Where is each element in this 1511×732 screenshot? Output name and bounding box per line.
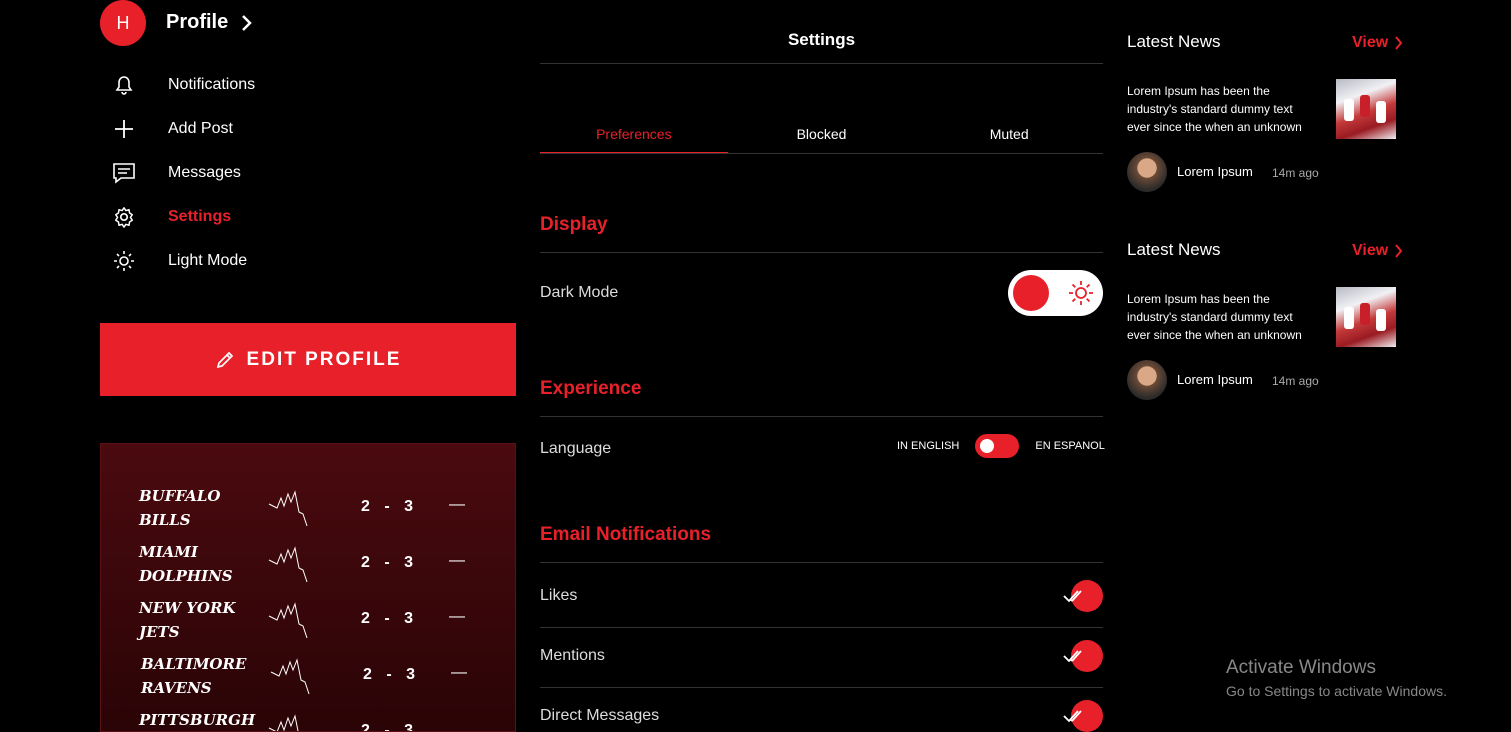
divider <box>540 416 1103 417</box>
sidebar-item-add-post[interactable]: Add Post <box>110 107 410 151</box>
author-name[interactable]: Lorem Ipsum <box>1177 164 1253 179</box>
profile-title: Profile <box>166 11 229 33</box>
double-check-icon <box>1063 650 1082 663</box>
score-row[interactable]: NEW YORK JETS 2 - 3 — <box>139 596 479 646</box>
score: 2 - 3 <box>361 722 419 732</box>
score-trend: — <box>449 496 465 513</box>
team-name: BUFFALO BILLS <box>139 487 221 529</box>
trend-sparkline <box>268 714 299 731</box>
edit-profile-button[interactable]: EDIT PROFILE <box>100 323 516 396</box>
dark-mode-label: Dark Mode <box>540 284 619 301</box>
scores-panel: BUFFALO BILLS 2 - 3 — MIAMI DOLPHINS 2 - 3… <box>100 443 516 732</box>
toggle-knob <box>1013 275 1049 311</box>
section-heading-email: Email Notifications <box>540 524 712 545</box>
team-name: PITTSBURGH <box>139 711 256 729</box>
sidebar-item-messages[interactable]: Messages <box>110 151 410 195</box>
trend-sparkline <box>268 546 308 583</box>
author-avatar[interactable] <box>1127 360 1167 400</box>
score-row[interactable]: BUFFALO BILLS 2 - 3 — <box>139 484 479 534</box>
double-check-icon <box>1063 590 1082 603</box>
sidebar-item-label: Notifications <box>168 76 256 93</box>
team-name: NEW YORK JETS <box>139 599 236 641</box>
toggle-knob <box>980 439 995 453</box>
score-trend: — <box>451 664 467 681</box>
language-label: Language <box>540 440 612 457</box>
team-name: BALTIMORE RAVENS <box>141 655 247 697</box>
edit-profile-label: EDIT PROFILE <box>246 348 402 370</box>
score-row[interactable]: BALTIMORE RAVENS 2 - 3 — <box>141 652 481 702</box>
mentions-label: Mentions <box>540 647 605 664</box>
bell-icon <box>110 73 138 97</box>
sidebar-item-notifications[interactable]: Notifications <box>110 63 410 107</box>
trend-sparkline <box>268 490 308 527</box>
news-thumbnail[interactable] <box>1336 79 1396 139</box>
sidebar-item-label: Add Post <box>168 120 233 137</box>
sidebar-item-light-mode[interactable]: Light Mode <box>110 239 410 283</box>
dark-mode-toggle[interactable] <box>1008 270 1103 316</box>
author-avatar[interactable] <box>1127 152 1167 192</box>
activate-windows-subtitle: Go to Settings to activate Windows. <box>1226 683 1447 699</box>
language-option-espanol[interactable]: EN ESPANOL <box>1035 440 1105 452</box>
divider <box>540 562 1103 563</box>
sun-icon <box>1069 281 1093 305</box>
view-news-link[interactable]: View <box>1352 242 1403 260</box>
trend-sparkline <box>268 602 308 639</box>
pencil-icon <box>216 351 233 368</box>
direct-messages-label: Direct Messages <box>540 707 660 724</box>
score-row[interactable]: PITTSBURGH 2 - 3 <box>139 708 479 732</box>
language-switch: IN ENGLISH EN ESPANOL <box>897 434 1105 458</box>
score: 2 - 3 <box>361 610 419 627</box>
likes-label: Likes <box>540 587 578 604</box>
news-thumbnail[interactable] <box>1336 287 1396 347</box>
settings-tabs: Preferences Blocked Muted <box>540 120 1103 154</box>
mentions-checkbox[interactable] <box>1063 640 1103 672</box>
language-option-english[interactable]: IN ENGLISH <box>897 440 959 452</box>
tab-blocked[interactable]: Blocked <box>728 120 916 153</box>
score-row[interactable]: MIAMI DOLPHINS 2 - 3 — <box>139 540 479 590</box>
divider <box>540 687 1103 688</box>
plus-icon <box>110 117 138 141</box>
chevron-right-icon <box>1395 244 1403 258</box>
sun-icon <box>110 249 138 273</box>
activate-windows-title: Activate Windows <box>1226 657 1376 678</box>
avatar[interactable]: H <box>100 0 146 46</box>
trend-sparkline <box>270 658 310 695</box>
sidebar-item-settings[interactable]: Settings <box>110 195 410 239</box>
gear-icon <box>110 205 138 229</box>
score: 2 - 3 <box>361 498 419 515</box>
author-name[interactable]: Lorem Ipsum <box>1177 372 1253 387</box>
post-time: 14m ago <box>1272 374 1319 388</box>
news-heading: Latest News <box>1127 240 1221 259</box>
score-trend: — <box>449 552 465 569</box>
chevron-right-icon <box>1395 36 1403 50</box>
page-title: Settings <box>787 30 856 49</box>
language-toggle[interactable] <box>975 434 1020 458</box>
news-excerpt[interactable]: Lorem Ipsum has been the industry's stan… <box>1127 82 1327 136</box>
tab-muted[interactable]: Muted <box>915 120 1103 153</box>
likes-checkbox[interactable] <box>1063 580 1103 612</box>
message-icon <box>110 161 138 185</box>
news-heading: Latest News <box>1127 32 1221 51</box>
team-name: MIAMI DOLPHINS <box>139 543 233 585</box>
post-time: 14m ago <box>1272 166 1319 180</box>
divider <box>540 627 1103 628</box>
sidebar-item-label: Light Mode <box>168 252 248 269</box>
score-trend: — <box>449 608 465 625</box>
profile-link[interactable]: Profile <box>166 11 254 34</box>
section-heading-display: Display <box>540 214 608 235</box>
score: 2 - 3 <box>361 554 419 571</box>
sidebar-item-label: Settings <box>168 208 232 225</box>
score: 2 - 3 <box>363 666 421 683</box>
sidebar-item-label: Messages <box>168 164 241 181</box>
section-heading-experience: Experience <box>540 378 642 399</box>
sidebar-nav: Notifications Add Post Messages Settings… <box>110 63 410 283</box>
chevron-right-icon <box>242 14 253 31</box>
tab-preferences[interactable]: Preferences <box>540 120 728 153</box>
divider <box>540 63 1103 64</box>
divider <box>540 252 1103 253</box>
view-news-link[interactable]: View <box>1352 34 1403 52</box>
double-check-icon <box>1063 710 1082 723</box>
news-excerpt[interactable]: Lorem Ipsum has been the industry's stan… <box>1127 290 1327 344</box>
direct-messages-checkbox[interactable] <box>1063 700 1103 732</box>
